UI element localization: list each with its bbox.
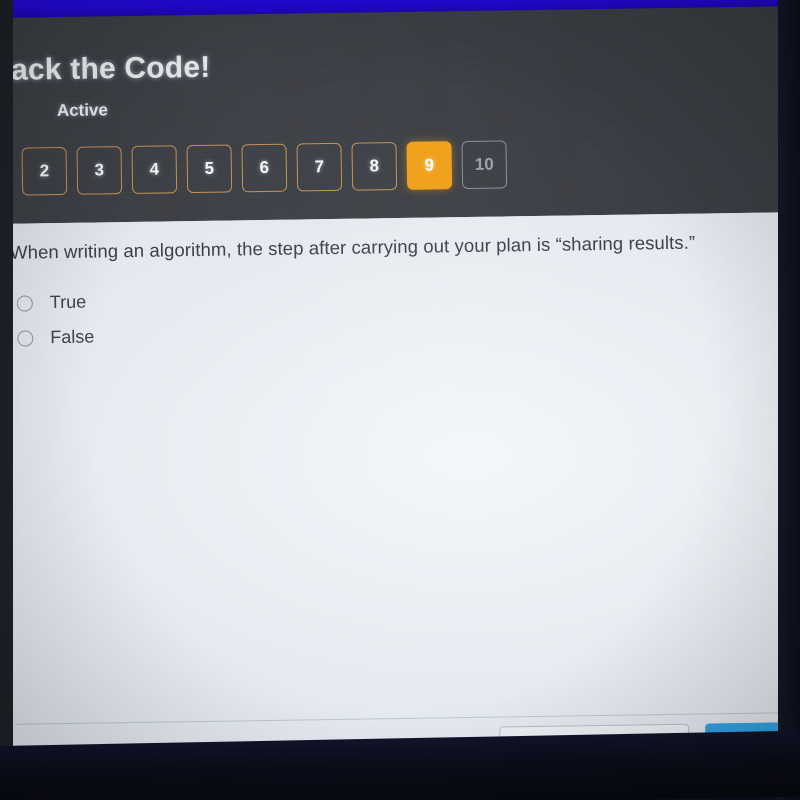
page-title: Crack the Code!	[0, 50, 211, 88]
pager-item-5[interactable]: 5	[186, 144, 233, 194]
photo-of-screen: Crack the Code! Quiz Active 1 2 3 4 5 6 …	[0, 0, 800, 800]
answer-options[interactable]: True False	[16, 285, 95, 356]
quiz-header: Crack the Code! Quiz Active 1 2 3 4 5 6 …	[0, 5, 800, 225]
radio-icon-true[interactable]	[16, 294, 33, 312]
pager-item-9[interactable]: 9	[406, 141, 453, 190]
quiz-meta: Quiz Active	[0, 100, 108, 122]
option-false[interactable]: False	[17, 320, 95, 356]
pager-item-4[interactable]: 4	[131, 145, 178, 194]
option-label-true: True	[49, 291, 87, 313]
radio-icon-false[interactable]	[17, 329, 34, 347]
quiz-state-label: Active	[56, 100, 109, 121]
photo-left-edge	[0, 0, 13, 800]
question-panel: When writing an algorithm, the step afte…	[0, 211, 800, 771]
quiz-screen: Crack the Code! Quiz Active 1 2 3 4 5 6 …	[0, 0, 800, 782]
question-text: When writing an algorithm, the step afte…	[9, 231, 696, 263]
photo-right-edge	[778, 0, 800, 800]
option-true[interactable]: True	[16, 285, 95, 321]
question-pager[interactable]: 1 2 3 4 5 6 7 8 9 10	[0, 140, 508, 197]
pager-item-3[interactable]: 3	[76, 146, 123, 195]
pager-item-8[interactable]: 8	[351, 142, 398, 191]
pager-item-2[interactable]: 2	[21, 146, 68, 196]
pager-item-7[interactable]: 7	[296, 142, 343, 192]
pager-item-6[interactable]: 6	[241, 143, 288, 193]
option-label-false: False	[50, 326, 95, 348]
pager-item-10: 10	[461, 140, 508, 190]
